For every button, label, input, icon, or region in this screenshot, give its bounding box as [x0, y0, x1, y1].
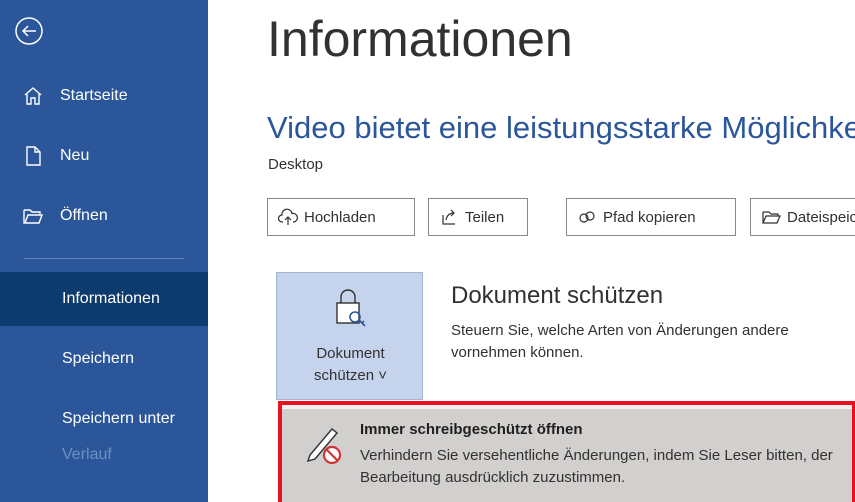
sidebar-item-open[interactable]: Öffnen — [0, 189, 208, 243]
sidebar-item-info[interactable]: Informationen — [0, 272, 208, 326]
protect-section-heading: Dokument schützen — [451, 282, 664, 309]
copy-path-button[interactable]: Pfad kopieren — [566, 198, 736, 236]
menu-item-title: Immer schreibgeschützt öffnen — [360, 421, 583, 438]
sidebar-item-home[interactable]: Startseite — [0, 69, 208, 123]
menu-item-always-open-read-only[interactable]: Immer schreibgeschützt öffnen Verhindern… — [282, 409, 852, 502]
protect-tile-label-line1: Dokument — [316, 345, 385, 362]
protect-dropdown-menu: Immer schreibgeschützt öffnen Verhindern… — [278, 401, 855, 502]
folder-icon — [761, 207, 781, 227]
sidebar-item-label: Neu — [60, 147, 90, 164]
link-icon — [577, 207, 597, 227]
backstage-sidebar: Startseite Neu Öffnen Informationen Spei… — [0, 0, 208, 502]
sidebar-item-label: Verlauf — [62, 446, 112, 463]
sidebar-divider — [24, 258, 184, 259]
lock-key-icon — [329, 287, 369, 329]
open-file-location-label: Dateispeicherort öffnen — [787, 208, 855, 226]
sidebar-item-save[interactable]: Speichern — [0, 332, 208, 386]
share-icon — [439, 207, 459, 227]
share-label: Teilen — [465, 208, 505, 226]
share-button[interactable]: Teilen — [428, 198, 528, 236]
back-arrow-icon[interactable] — [14, 16, 44, 46]
pencil-no-edit-icon — [302, 421, 344, 467]
cloud-upload-icon — [278, 207, 298, 227]
home-icon — [22, 84, 46, 108]
menu-item-description: Verhindern Sie versehentliche Änderungen… — [360, 447, 833, 486]
sidebar-item-label: Informationen — [62, 290, 160, 307]
page-title: Informationen — [267, 11, 573, 67]
new-document-icon — [22, 144, 46, 168]
protect-section-description: Steuern Sie, welche Arten von Änderungen… — [451, 322, 789, 361]
protect-tile-label-line2: schützen ˅ — [314, 367, 387, 384]
copy-path-label: Pfad kopieren — [603, 208, 696, 226]
sidebar-item-label: Speichern unter — [62, 410, 175, 427]
sidebar-item-label: Öffnen — [60, 207, 108, 224]
upload-label: Hochladen — [304, 208, 376, 226]
document-location: Desktop — [268, 156, 324, 173]
open-file-location-button[interactable]: Dateispeicherort öffnen — [750, 198, 855, 236]
sidebar-item-label: Startseite — [60, 87, 128, 104]
sidebar-item-history: Verlauf — [0, 428, 208, 482]
sidebar-item-label: Speichern — [62, 350, 135, 367]
upload-button[interactable]: Hochladen — [267, 198, 415, 236]
sidebar-item-new[interactable]: Neu — [0, 129, 208, 183]
protect-document-button[interactable]: Dokument schützen ˅ — [276, 272, 423, 400]
document-title: Video bietet eine leistungsstarke Möglic… — [267, 110, 855, 145]
folder-open-icon — [22, 204, 46, 228]
